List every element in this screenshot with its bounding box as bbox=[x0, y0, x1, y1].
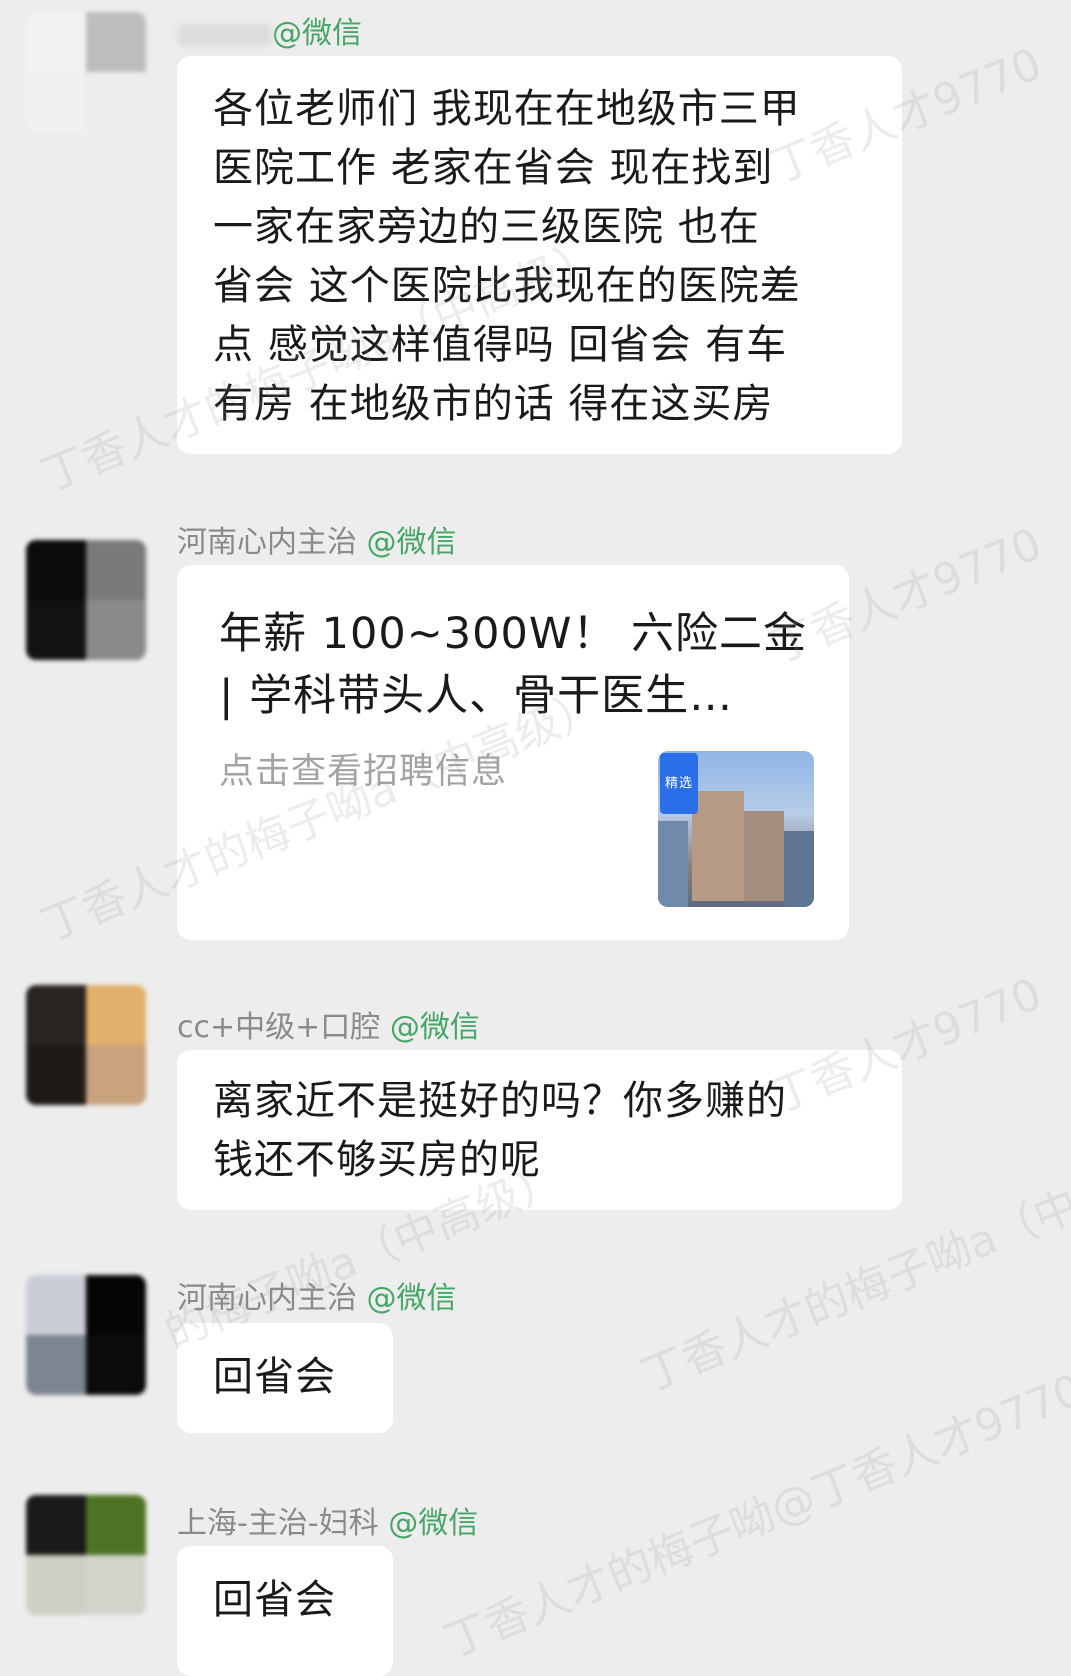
message-bubble[interactable]: 回省会 bbox=[177, 1323, 393, 1433]
sender-name: cc+中级+口腔 bbox=[177, 1010, 381, 1045]
avatar[interactable] bbox=[26, 12, 146, 132]
message-line: 点 感觉这样值得吗 回省会 有车 bbox=[213, 322, 788, 368]
message-line: 钱还不够买房的呢 bbox=[213, 1137, 541, 1183]
sender-name: 河南心内主治 bbox=[177, 1281, 357, 1316]
sender-label: cc+中级+口腔 @微信 bbox=[177, 1002, 480, 1046]
sender-name: 上海-主治-妇科 bbox=[177, 1506, 379, 1541]
message-line: 省会 这个医院比我现在的医院差 bbox=[213, 263, 801, 309]
wechat-tag: @微信 bbox=[366, 1281, 457, 1316]
message-line: 各位老师们 我现在在地级市三甲 bbox=[213, 86, 801, 132]
sender-label: 上海-主治-妇科 @微信 bbox=[177, 1498, 478, 1542]
wechat-tag: @微信 bbox=[272, 16, 362, 51]
sender-label: 河南心内主治 @微信 bbox=[177, 1273, 457, 1317]
blurred-name bbox=[177, 23, 272, 46]
sender-label: 河南心内主治 @微信 bbox=[177, 517, 457, 561]
message-line: 离家近不是挺好的吗？你多赚的 bbox=[213, 1078, 787, 1124]
card-subtitle: 点击查看招聘信息 bbox=[219, 752, 508, 792]
avatar[interactable] bbox=[26, 540, 146, 660]
avatar[interactable] bbox=[26, 985, 146, 1105]
card-title-line: | 学科带头人、骨干医生… bbox=[219, 671, 734, 721]
wechat-tag: @微信 bbox=[388, 1506, 479, 1541]
recruitment-card[interactable]: 年薪 100~300W！ 六险二金 | 学科带头人、骨干医生… 点击查看招聘信息… bbox=[177, 565, 849, 940]
featured-badge: 精选 bbox=[660, 753, 699, 814]
watermark: 丁香人才的梅子呦@丁香人才9770 bbox=[437, 1364, 1071, 1668]
message-line: 一家在家旁边的三级医院 也在 bbox=[213, 204, 760, 250]
card-title: 年薪 100~300W！ 六险二金 | 学科带头人、骨干医生… bbox=[219, 603, 807, 727]
avatar[interactable] bbox=[26, 1275, 146, 1395]
message-bubble[interactable]: 各位老师们 我现在在地级市三甲 医院工作 老家在省会 现在找到 一家在家旁边的三… bbox=[177, 56, 902, 454]
wechat-tag: @微信 bbox=[389, 1010, 480, 1045]
message-bubble[interactable]: 离家近不是挺好的吗？你多赚的 钱还不够买房的呢 bbox=[177, 1050, 902, 1210]
message-line: 回省会 bbox=[213, 1354, 336, 1400]
wechat-tag: @微信 bbox=[366, 525, 457, 560]
hospital-thumbnail: 精选 bbox=[658, 751, 814, 907]
message-line: 医院工作 老家在省会 现在找到 bbox=[213, 145, 774, 191]
message-line: 有房 在地级市的话 得在这买房 bbox=[213, 381, 774, 427]
sender-name: 河南心内主治 bbox=[177, 525, 357, 560]
sender-label: @微信 bbox=[177, 8, 362, 52]
message-bubble[interactable]: 回省会 bbox=[177, 1546, 393, 1676]
card-title-line: 年薪 100~300W！ 六险二金 bbox=[219, 609, 808, 659]
message-line: 回省会 bbox=[213, 1577, 336, 1623]
avatar[interactable] bbox=[26, 1495, 146, 1615]
